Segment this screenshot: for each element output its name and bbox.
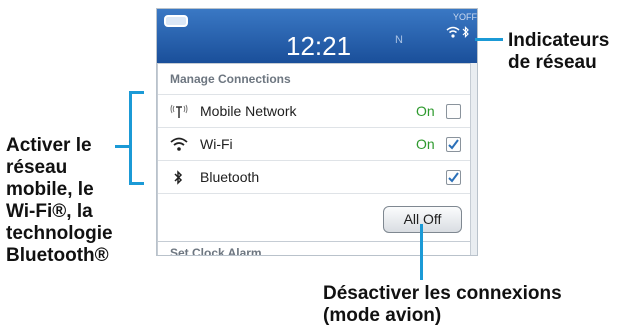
mobile-network-checkbox[interactable] — [446, 104, 461, 119]
section-title: Set Clock Alarm — [170, 246, 262, 256]
mobile-antenna-icon — [170, 104, 188, 118]
enable-networks-bracket-bottom — [129, 182, 144, 185]
enable-networks-connector — [115, 145, 131, 148]
bluetooth-checkbox[interactable] — [446, 170, 461, 185]
network-type-indicator: N — [395, 34, 403, 46]
callout-line-text: réseau — [6, 157, 68, 178]
network-indicators-connector — [475, 38, 503, 41]
wifi-icon — [170, 137, 188, 151]
clock: 12:21 — [286, 31, 352, 61]
status-bar: 12:21 N YOFF — [157, 9, 477, 63]
row-label: Bluetooth — [200, 169, 260, 185]
manage-connections-panel: Manage Connections Mobile Network On Wi-… — [157, 63, 471, 247]
row-wifi[interactable]: Wi-Fi On — [158, 127, 470, 160]
row-state: On — [416, 103, 435, 119]
callout-line-text: (mode avion) — [323, 305, 442, 326]
row-label: Mobile Network — [200, 103, 297, 119]
wifi-checkbox[interactable] — [446, 137, 461, 152]
network-indicators-callout: Indicateurs de réseau — [508, 30, 609, 74]
disable-connections-callout: Désactiver les connexions (mode avion) — [323, 283, 562, 327]
row-state: On — [416, 136, 435, 152]
phone-screen: 12:21 N YOFF Manage Connections Mobile N… — [156, 8, 478, 256]
callout-line-text: Wi-Fi®, la — [6, 201, 93, 222]
bluetooth-icon — [462, 26, 469, 38]
checkmark-icon — [448, 172, 459, 183]
enable-networks-callout: Activer le réseau mobile, le Wi-Fi®, la … — [6, 135, 113, 267]
set-clock-alarm-section[interactable]: Set Clock Alarm — [157, 241, 471, 256]
row-bluetooth[interactable]: Bluetooth — [158, 160, 470, 193]
wifi-icon — [446, 26, 460, 38]
callout-line-text: mobile, le — [6, 179, 94, 200]
signal-state-text: OFF — [459, 12, 478, 22]
callout-line-text: Désactiver les connexions — [323, 283, 562, 304]
row-mobile-network[interactable]: Mobile Network On — [158, 94, 470, 127]
checkmark-icon — [448, 139, 459, 150]
disable-connections-connector — [420, 224, 423, 280]
callout-line-text: de réseau — [508, 52, 597, 73]
battery-icon — [164, 15, 188, 27]
panel-title: Manage Connections — [170, 72, 291, 86]
callout-line-text: Activer le — [6, 135, 92, 156]
row-label: Wi-Fi — [200, 136, 233, 152]
signal-off-icon: YOFF — [453, 12, 478, 22]
callout-line-text: Bluetooth® — [6, 245, 109, 266]
callout-line-text: technologie — [6, 223, 113, 244]
bluetooth-icon — [174, 170, 183, 185]
enable-networks-bracket-side — [129, 91, 132, 185]
callout-line-text: Indicateurs — [508, 30, 610, 51]
